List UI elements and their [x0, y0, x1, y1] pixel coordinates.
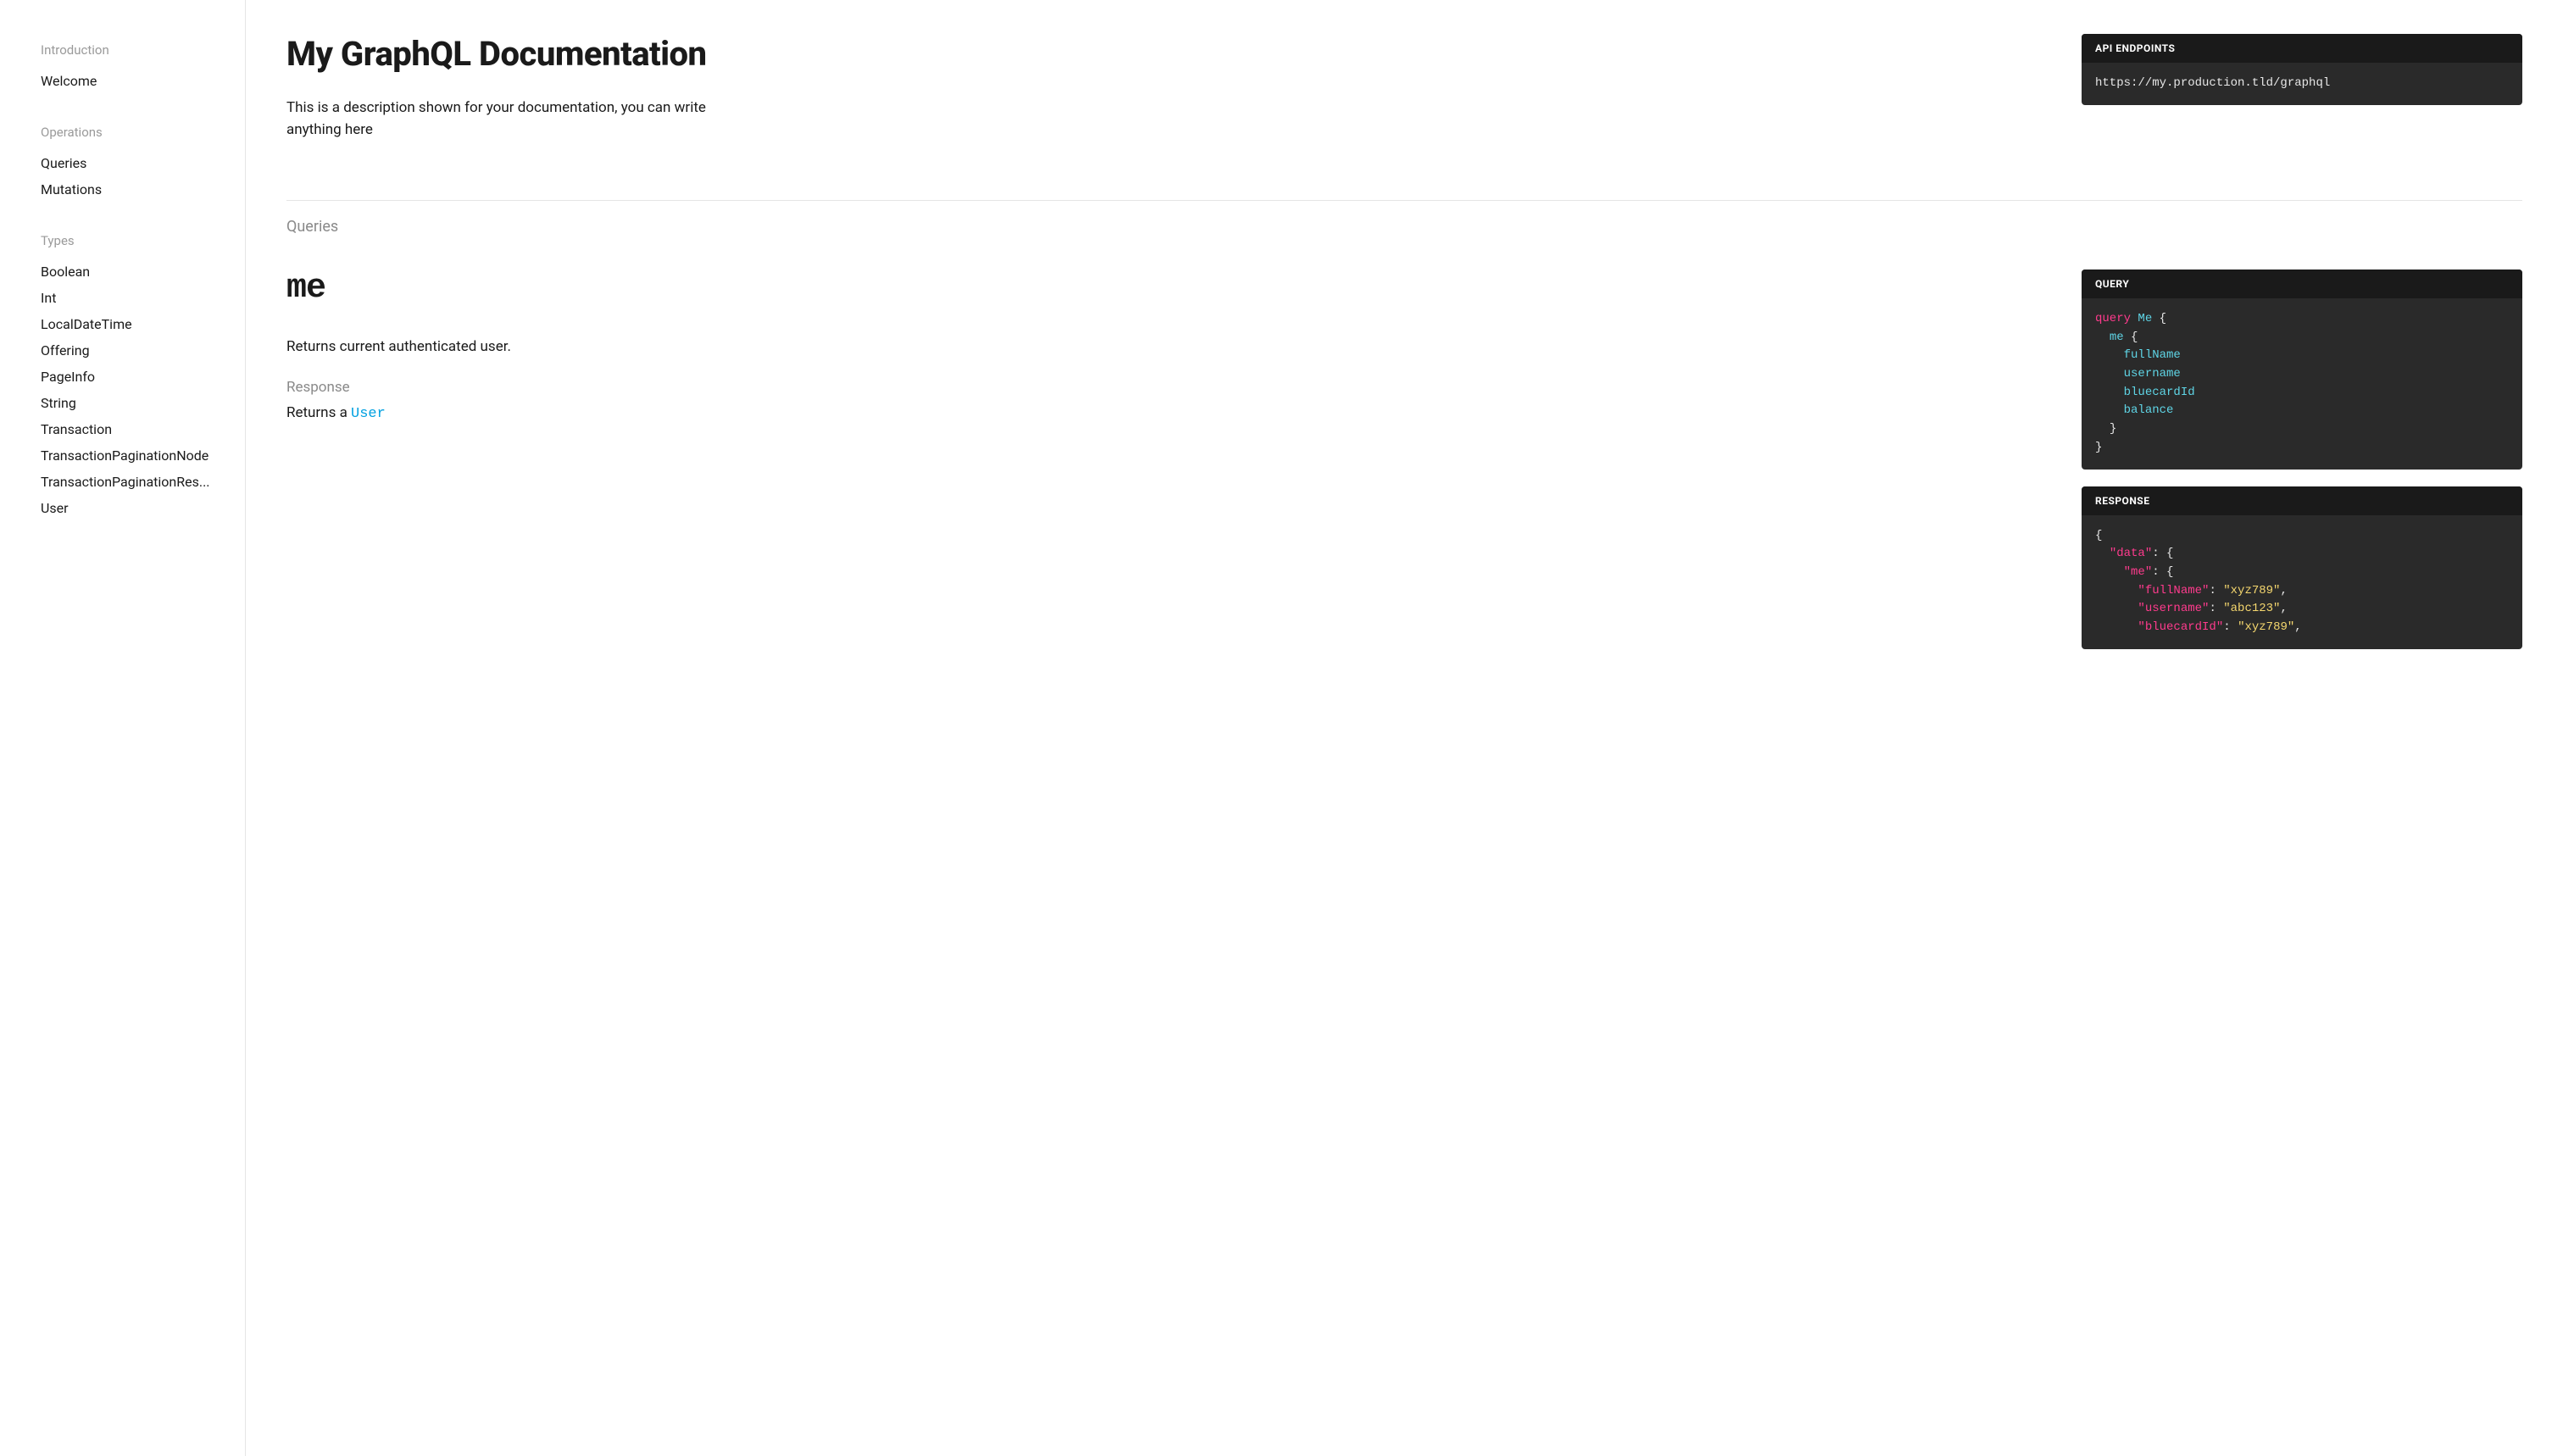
sidebar-item-transaction[interactable]: Transaction — [41, 416, 210, 442]
sidebar-section-operations: Operations Queries Mutations — [41, 125, 225, 203]
query-code[interactable]: query Me { me { fullName username blueca… — [2082, 298, 2522, 470]
sidebar-item-transactionpaginationnode[interactable]: TransactionPaginationNode — [41, 442, 210, 469]
sidebar-item-pageinfo[interactable]: PageInfo — [41, 364, 210, 390]
operation-description: Returns current authenticated user. — [286, 338, 2041, 355]
response-code[interactable]: { "data": { "me": { "fullName": "xyz789"… — [2082, 515, 2522, 649]
sidebar-item-boolean[interactable]: Boolean — [41, 258, 210, 285]
operation-name: me — [286, 270, 2041, 308]
header-row: My GraphQL Documentation This is a descr… — [286, 34, 2522, 141]
query-panel: QUERY query Me { me { fullName username … — [2082, 270, 2522, 470]
response-heading: Response — [286, 379, 2041, 396]
sidebar-item-string[interactable]: String — [41, 390, 210, 416]
sidebar-section-introduction: Introduction Welcome — [41, 42, 225, 94]
sidebar-item-welcome[interactable]: Welcome — [41, 68, 210, 94]
response-panel-label: RESPONSE — [2082, 486, 2522, 515]
sidebar-heading: Operations — [41, 125, 225, 140]
sidebar-item-mutations[interactable]: Mutations — [41, 176, 210, 203]
response-panel: RESPONSE { "data": { "me": { "fullName":… — [2082, 486, 2522, 649]
sidebar-heading: Introduction — [41, 42, 225, 58]
api-endpoint-url[interactable]: https://my.production.tld/graphql — [2082, 63, 2522, 105]
returns-line: Returns a User — [286, 404, 2041, 422]
api-endpoints-label: API ENDPOINTS — [2082, 34, 2522, 63]
sidebar-item-offering[interactable]: Offering — [41, 337, 210, 364]
sidebar-heading: Types — [41, 233, 225, 248]
sidebar-item-transactionpaginationres[interactable]: TransactionPaginationRes... — [41, 469, 210, 495]
page-title: My GraphQL Documentation — [286, 34, 2041, 74]
page-description: This is a description shown for your doc… — [286, 97, 710, 141]
main-content: My GraphQL Documentation This is a descr… — [246, 0, 2563, 1456]
sidebar-item-int[interactable]: Int — [41, 285, 210, 311]
sidebar: Introduction Welcome Operations Queries … — [0, 0, 246, 1456]
queries-section-label: Queries — [286, 218, 2522, 236]
returns-prefix: Returns a — [286, 404, 351, 421]
operation-row: me Returns current authenticated user. R… — [286, 270, 2522, 666]
sidebar-section-types: Types Boolean Int LocalDateTime Offering… — [41, 233, 225, 521]
query-panel-label: QUERY — [2082, 270, 2522, 298]
section-divider — [286, 200, 2522, 201]
api-endpoints-panel: API ENDPOINTS https://my.production.tld/… — [2082, 34, 2522, 105]
sidebar-item-queries[interactable]: Queries — [41, 150, 210, 176]
app-root: Introduction Welcome Operations Queries … — [0, 0, 2563, 1456]
sidebar-item-user[interactable]: User — [41, 495, 210, 521]
sidebar-item-localdatetime[interactable]: LocalDateTime — [41, 311, 210, 337]
returns-type-link[interactable]: User — [351, 406, 386, 422]
